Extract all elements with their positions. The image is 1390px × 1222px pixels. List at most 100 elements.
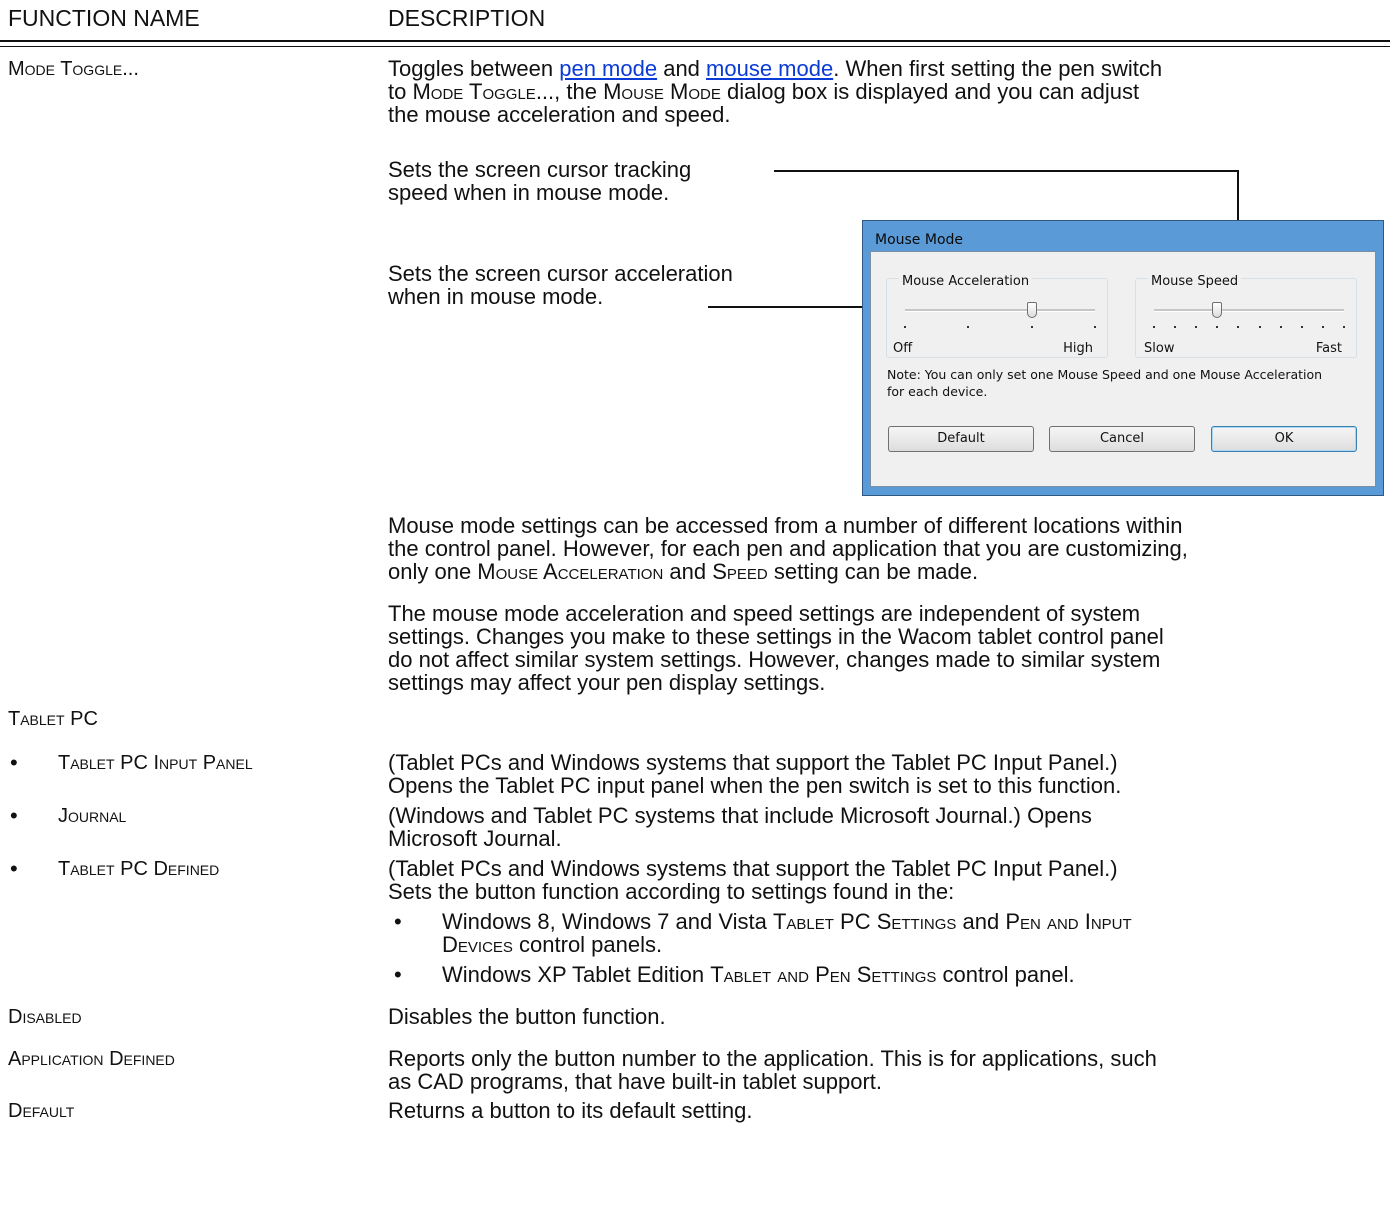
para-line: only one Mouse Acceleration and Speed se… <box>388 560 1378 583</box>
text: Mode Toggle <box>412 79 536 104</box>
sub-item-windows-xp: Windows XP Tablet Edition Tablet and Pen… <box>442 963 1342 986</box>
text: setting can be made. <box>767 559 979 584</box>
callout-line: Sets the screen cursor tracking <box>388 157 692 182</box>
function-name-application-defined: Application Defined <box>8 1048 175 1070</box>
function-name-journal: Journal <box>58 805 127 827</box>
speed-track <box>1154 309 1344 312</box>
application-defined-description: Reports only the button number to the ap… <box>388 1047 1157 1093</box>
callout-speed: Sets the screen cursor tracking speed wh… <box>388 158 691 204</box>
column-header-function-name: FUNCTION NAME <box>8 5 200 31</box>
desc-line: Microsoft Journal. <box>388 826 562 851</box>
speed-slider-thumb[interactable] <box>1212 302 1223 318</box>
text: Mouse Mode <box>603 79 721 104</box>
bullet: • <box>10 856 18 881</box>
slider-tick <box>1195 326 1198 328</box>
text: . When first setting the pen switch <box>833 56 1163 81</box>
desc-line: (Tablet PCs and Windows systems that sup… <box>388 750 1118 775</box>
desc-line: the mouse acceleration and speed. <box>388 102 731 127</box>
callout-line: when in mouse mode. <box>388 284 604 309</box>
slider-tick <box>1094 326 1096 328</box>
callout-line: Sets the screen cursor acceleration <box>388 261 733 286</box>
mouse-mode-note-paragraph-1: Mouse mode settings can be accessed from… <box>388 514 1378 583</box>
para-line: The mouse mode acceleration and speed se… <box>388 601 1141 626</box>
bullet: • <box>10 803 18 828</box>
speed-group: Mouse Speed Slow Fast <box>1135 270 1357 358</box>
text: only one <box>388 559 478 584</box>
text: Tablet PC Settings <box>772 909 957 934</box>
callout-line: speed when in mouse mode. <box>388 180 670 205</box>
function-name-tablet-pc-defined: Tablet PC Defined <box>58 858 220 880</box>
slider-tick <box>1216 326 1219 328</box>
slider-tick <box>1153 326 1155 328</box>
desc-line: Sets the button function according to se… <box>388 879 955 904</box>
text: Windows XP Tablet Edition <box>442 962 711 987</box>
pen-mode-link[interactable]: pen mode <box>559 56 657 81</box>
para-line: the control panel. However, for each pen… <box>388 536 1188 561</box>
function-name-tablet-pc: Tablet PC <box>8 708 98 730</box>
journal-description: (Windows and Tablet PC systems that incl… <box>388 804 1092 850</box>
speed-max-label: Fast <box>1315 341 1342 356</box>
slider-tick <box>1237 326 1240 328</box>
text: control panel. <box>936 962 1075 987</box>
slider-tick <box>1321 326 1324 328</box>
dialog-title: Mouse Mode <box>875 232 964 248</box>
tablet-pc-defined-description: (Tablet PCs and Windows systems that sup… <box>388 857 1118 903</box>
slider-tick <box>1279 326 1282 328</box>
sub-item-windows-8-7-vista: Windows 8, Windows 7 and Vista Tablet PC… <box>442 910 1342 956</box>
speed-min-label: Slow <box>1144 341 1175 356</box>
disabled-description: Disables the button function. <box>388 1004 666 1029</box>
mouse-mode-dialog: Mouse Mode Mouse Acceleration Off High M… <box>862 220 1384 496</box>
mouse-mode-link[interactable]: mouse mode <box>706 56 833 81</box>
sub-line: Devices control panels. <box>442 933 1342 956</box>
text: to <box>388 79 413 104</box>
desc-line: Toggles between pen mode and mouse mode.… <box>388 57 1378 80</box>
acceleration-label: Mouse Acceleration <box>899 270 1033 293</box>
text: Mouse Acceleration <box>477 559 664 584</box>
slider-tick <box>1343 326 1345 328</box>
slider-tick <box>1030 326 1033 328</box>
acceleration-min-label: Off <box>893 341 913 356</box>
leader-line-speed <box>774 170 1239 172</box>
note-line: Note: You can only set one Mouse Speed a… <box>887 367 1323 382</box>
acceleration-max-label: High <box>1063 341 1093 356</box>
para-line: do not affect similar system settings. H… <box>388 647 1161 672</box>
text: and <box>663 559 713 584</box>
note-line: for each device. <box>887 384 988 399</box>
text: Speed <box>712 559 768 584</box>
desc-line: as CAD programs, that have built-in tabl… <box>388 1069 883 1094</box>
sub-line: Windows 8, Windows 7 and Vista Tablet PC… <box>442 910 1342 933</box>
slider-tick <box>967 326 970 328</box>
function-name-tablet-pc-input-panel: Tablet PC Input Panel <box>58 752 253 774</box>
slider-tick <box>1174 326 1177 328</box>
desc-line: (Windows and Tablet PC systems that incl… <box>388 803 1092 828</box>
slider-tick <box>904 326 906 328</box>
text: ..., the <box>535 79 604 104</box>
desc-line: Reports only the button number to the ap… <box>388 1046 1157 1071</box>
bullet: • <box>394 909 402 934</box>
text: dialog box is displayed and you can adju… <box>720 79 1140 104</box>
acceleration-slider-thumb[interactable] <box>1026 302 1037 318</box>
function-name-disabled: Disabled <box>8 1006 82 1028</box>
acceleration-group: Mouse Acceleration Off High <box>886 270 1108 358</box>
text: Tablet and Pen Settings <box>710 962 937 987</box>
column-header-description: DESCRIPTION <box>388 5 546 31</box>
desc-line: (Tablet PCs and Windows systems that sup… <box>388 856 1118 881</box>
bullet: • <box>394 962 402 987</box>
text: Pen and Input <box>1005 909 1132 934</box>
cancel-button[interactable]: Cancel <box>1049 426 1195 452</box>
desc-line: Opens the Tablet PC input panel when the… <box>388 773 1122 798</box>
para-line: settings. Changes you make to these sett… <box>388 624 1164 649</box>
acceleration-track <box>905 309 1095 312</box>
ok-button[interactable]: OK <box>1211 426 1357 452</box>
function-name-mode-toggle: Mode Toggle... <box>8 58 139 80</box>
text: Toggles between <box>388 56 560 81</box>
header-rule-thick <box>0 40 1390 42</box>
para-line: Mouse mode settings can be accessed from… <box>388 513 1183 538</box>
default-button[interactable]: Default <box>888 426 1034 452</box>
mode-toggle-description: Toggles between pen mode and mouse mode.… <box>388 57 1378 126</box>
speed-label: Mouse Speed <box>1148 270 1242 293</box>
text: Devices <box>442 932 513 957</box>
callout-accel: Sets the screen cursor acceleration when… <box>388 262 733 308</box>
desc-line: to Mode Toggle..., the Mouse Mode dialog… <box>388 80 1378 103</box>
dialog-body: Mouse Acceleration Off High Mouse Speed … <box>870 251 1376 487</box>
